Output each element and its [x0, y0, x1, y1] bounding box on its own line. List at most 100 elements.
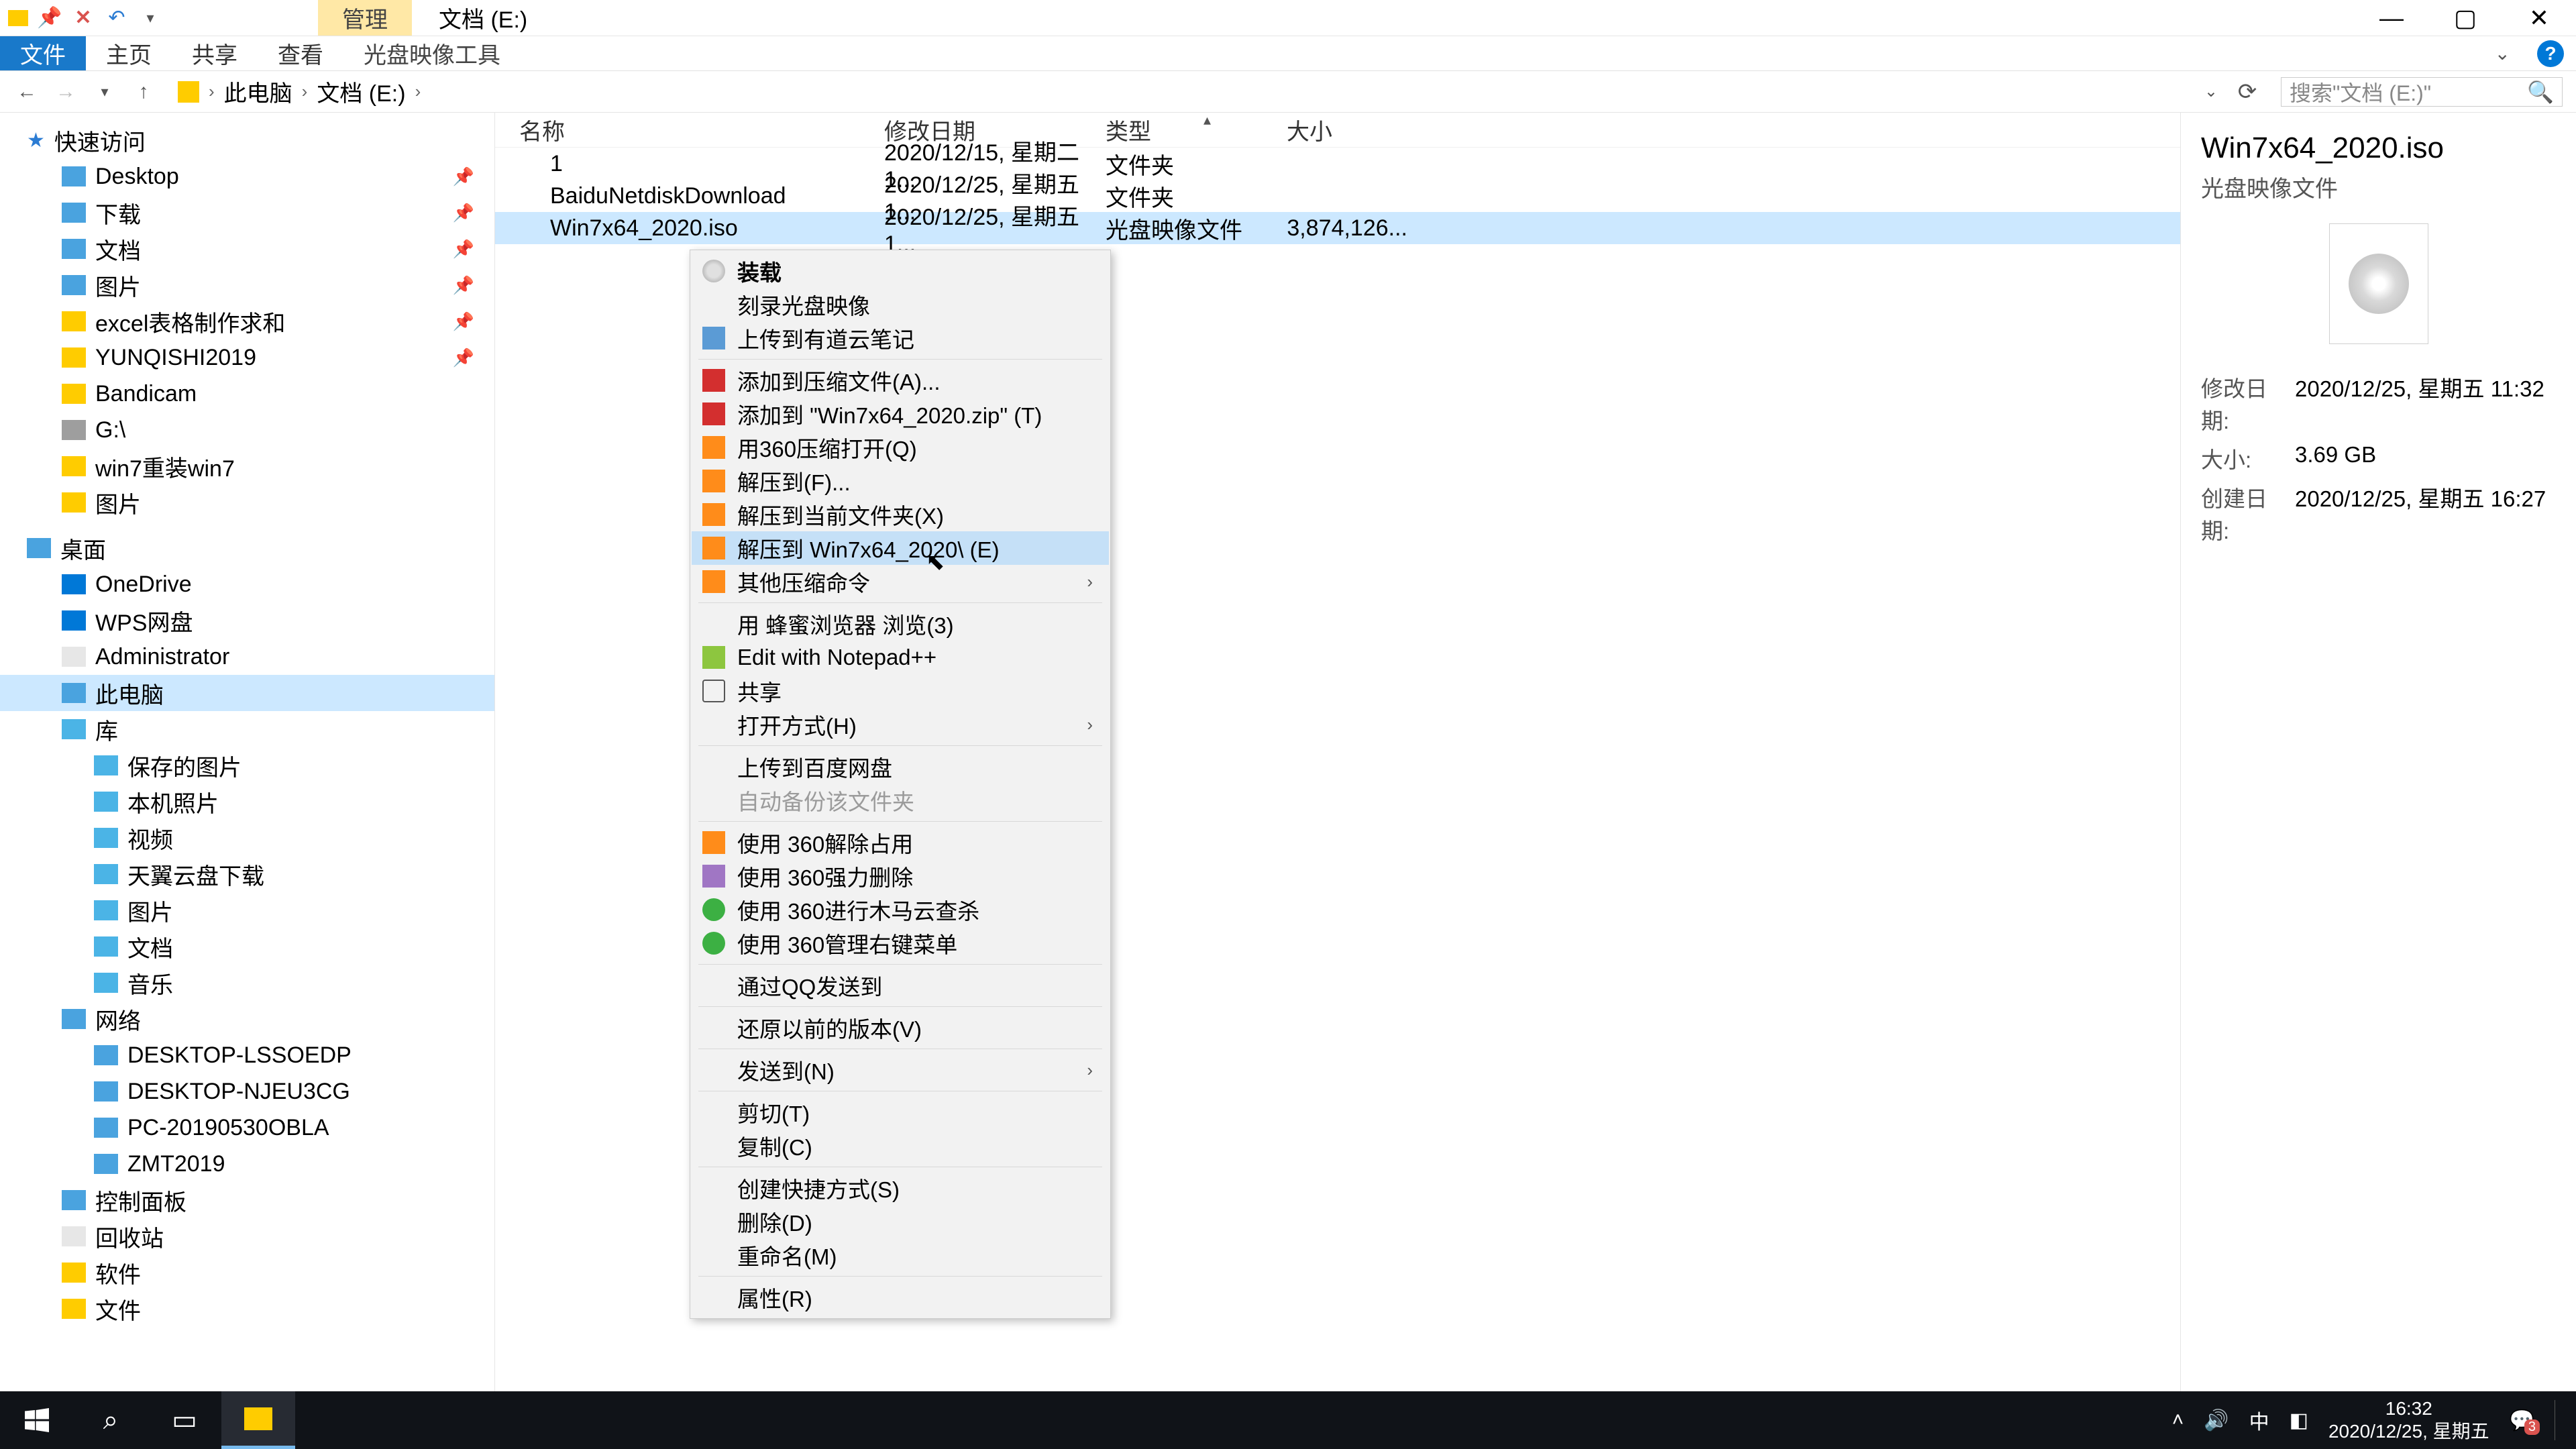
breadcrumb-drive[interactable]: 文档 (E:) [317, 75, 405, 108]
tree-videos[interactable]: 视频 [0, 820, 494, 856]
ctx-youdao[interactable]: 上传到有道云笔记 [692, 321, 1109, 355]
qat-delete-icon[interactable]: ✕ [71, 6, 95, 30]
tray-ime-indicator-icon[interactable]: ◧ [2290, 1409, 2308, 1432]
chevron-right-icon[interactable]: › [302, 81, 308, 102]
qat-dropdown-icon[interactable]: ▾ [138, 6, 162, 30]
ribbon-tab-view[interactable]: 查看 [258, 36, 343, 70]
tree-quick-access[interactable]: ★快速访问 [0, 122, 494, 158]
tree-excel-folder[interactable]: excel表格制作求和📌 [0, 303, 494, 339]
tree-thispc[interactable]: 此电脑 [0, 675, 494, 711]
refresh-button[interactable]: ⟳ [2234, 78, 2261, 105]
nav-recent-dropdown[interactable]: ▾ [91, 78, 118, 105]
qat-pin-icon[interactable]: 📌 [38, 6, 62, 30]
col-header-type[interactable]: 类型 [1106, 113, 1287, 146]
address-history-dropdown[interactable]: ⌄ [2204, 82, 2218, 101]
ribbon-tab-file[interactable]: 文件 [0, 36, 86, 70]
chevron-right-icon[interactable]: › [209, 81, 215, 102]
tree-recycle-bin[interactable]: 回收站 [0, 1218, 494, 1254]
taskbar-task-view[interactable]: ▭ [148, 1391, 221, 1449]
ctx-notepadpp[interactable]: Edit with Notepad++ [692, 641, 1109, 674]
taskbar-search[interactable]: ⌕ [74, 1391, 148, 1449]
ctx-open-360zip[interactable]: 用360压缩打开(Q) [692, 431, 1109, 464]
tree-desktop[interactable]: Desktop📌 [0, 158, 494, 195]
ctx-honey-browser[interactable]: 用 蜂蜜浏览器 浏览(3) [692, 607, 1109, 641]
tree-camera-roll[interactable]: 本机照片 [0, 784, 494, 820]
tree-net-pc2[interactable]: DESKTOP-NJEU3CG [0, 1073, 494, 1110]
tree-lib-pictures[interactable]: 图片 [0, 892, 494, 928]
nav-forward-button[interactable]: → [52, 78, 79, 105]
show-desktop-button[interactable] [2555, 1400, 2564, 1440]
ctx-360-trojan-scan[interactable]: 使用 360进行木马云查杀 [692, 893, 1109, 926]
tray-volume-icon[interactable]: 🔊 [2204, 1409, 2229, 1432]
ctx-create-shortcut[interactable]: 创建快捷方式(S) [692, 1171, 1109, 1205]
ctx-baidu-upload[interactable]: 上传到百度网盘 [692, 750, 1109, 784]
tree-net-pc4[interactable]: ZMT2019 [0, 1146, 494, 1182]
ctx-burn[interactable]: 刻录光盘映像 [692, 288, 1109, 321]
col-header-size[interactable]: 大小 [1287, 113, 1421, 146]
ctx-extract-to[interactable]: 解压到(F)... [692, 464, 1109, 498]
tree-documents[interactable]: 文档📌 [0, 231, 494, 267]
search-input[interactable]: 搜索"文档 (E:)" 🔍 [2281, 77, 2563, 107]
file-row[interactable]: 1 2020/12/15, 星期二 1... 文件夹 [495, 148, 2180, 180]
ctx-other-compress[interactable]: 其他压缩命令› [692, 565, 1109, 598]
start-button[interactable] [0, 1391, 74, 1449]
tree-downloads[interactable]: 下载📌 [0, 195, 494, 231]
ctx-delete[interactable]: 删除(D) [692, 1205, 1109, 1238]
tray-overflow-icon[interactable]: ˄ [2172, 1409, 2184, 1432]
tray-ime[interactable]: 中 [2249, 1405, 2269, 1435]
ctx-open-with[interactable]: 打开方式(H)› [692, 708, 1109, 741]
tree-saved-pictures[interactable]: 保存的图片 [0, 747, 494, 784]
chevron-right-icon[interactable]: › [415, 81, 421, 102]
col-header-name[interactable]: 名称 [495, 113, 884, 146]
ctx-360-force-delete[interactable]: 使用 360强力删除 [692, 859, 1109, 893]
maximize-button[interactable]: ▢ [2428, 0, 2502, 36]
tree-network[interactable]: 网络 [0, 1001, 494, 1037]
ctx-add-archive[interactable]: 添加到压缩文件(A)... [692, 364, 1109, 397]
action-center-icon[interactable]: 💬 [2510, 1409, 2534, 1432]
tree-libraries[interactable]: 库 [0, 711, 494, 747]
ribbon-tab-disc-tools[interactable]: 光盘映像工具 [343, 36, 521, 70]
ctx-properties[interactable]: 属性(R) [692, 1281, 1109, 1314]
tree-onedrive[interactable]: OneDrive [0, 566, 494, 602]
tree-files[interactable]: 文件 [0, 1291, 494, 1327]
nav-back-button[interactable]: ← [13, 78, 40, 105]
ctx-extract-named[interactable]: 解压到 Win7x64_2020\ (E) [692, 531, 1109, 565]
tree-yunqishi[interactable]: YUNQISHI2019📌 [0, 339, 494, 376]
taskbar-explorer[interactable] [221, 1391, 295, 1449]
navigation-pane[interactable]: ★快速访问 Desktop📌 下载📌 文档📌 图片📌 excel表格制作求和📌 … [0, 113, 495, 1394]
ctx-share[interactable]: 共享 [692, 674, 1109, 708]
ctx-send-to[interactable]: 发送到(N)› [692, 1053, 1109, 1087]
ctx-copy[interactable]: 复制(C) [692, 1129, 1109, 1163]
ribbon-tab-share[interactable]: 共享 [172, 36, 258, 70]
tree-drive-g[interactable]: G:\ [0, 412, 494, 448]
breadcrumb-thispc[interactable]: 此电脑 [224, 75, 292, 108]
help-icon[interactable]: ? [2537, 40, 2564, 67]
qat-undo-icon[interactable]: ↶ [105, 6, 129, 30]
tree-pictures[interactable]: 图片📌 [0, 267, 494, 303]
ctx-restore-versions[interactable]: 还原以前的版本(V) [692, 1011, 1109, 1044]
minimize-button[interactable]: — [2355, 0, 2428, 36]
context-tab-manage[interactable]: 管理 [318, 0, 412, 36]
nav-up-button[interactable]: ↑ [130, 78, 157, 105]
tree-pictures2[interactable]: 图片 [0, 484, 494, 521]
ctx-add-zip[interactable]: 添加到 "Win7x64_2020.zip" (T) [692, 397, 1109, 431]
ctx-qq-send[interactable]: 通过QQ发送到 [692, 969, 1109, 1002]
tree-bandicam[interactable]: Bandicam [0, 376, 494, 412]
ctx-extract-here[interactable]: 解压到当前文件夹(X) [692, 498, 1109, 531]
ctx-cut[interactable]: 剪切(T) [692, 1095, 1109, 1129]
tree-lib-documents[interactable]: 文档 [0, 928, 494, 965]
tree-win7-reinstall[interactable]: win7重装win7 [0, 448, 494, 484]
breadcrumb[interactable]: › 此电脑 › 文档 (E:) › [169, 72, 2192, 111]
ctx-mount[interactable]: 装载 [692, 254, 1109, 288]
file-row-selected[interactable]: Win7x64_2020.iso 2020/12/25, 星期五 1... 光盘… [495, 212, 2180, 244]
ctx-360-unlock[interactable]: 使用 360解除占用 [692, 826, 1109, 859]
taskbar-clock[interactable]: 16:32 2020/12/25, 星期五 [2328, 1397, 2489, 1442]
ctx-360-manage-menu[interactable]: 使用 360管理右键菜单 [692, 926, 1109, 960]
ribbon-tab-home[interactable]: 主页 [86, 36, 172, 70]
ctx-rename[interactable]: 重命名(M) [692, 1238, 1109, 1272]
tree-administrator[interactable]: Administrator [0, 639, 494, 675]
tree-desktop-root[interactable]: 桌面 [0, 530, 494, 566]
tree-software[interactable]: 软件 [0, 1254, 494, 1291]
file-row[interactable]: BaiduNetdiskDownload 2020/12/25, 星期五 1..… [495, 180, 2180, 212]
tree-wps[interactable]: WPS网盘 [0, 602, 494, 639]
